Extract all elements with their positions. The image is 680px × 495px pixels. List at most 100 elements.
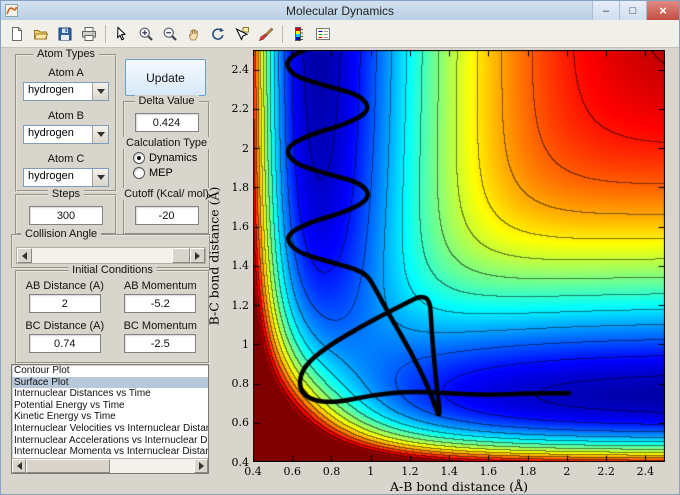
contour-plot-canvas[interactable] <box>253 50 665 462</box>
list-item[interactable]: Internuclear Velocities vs Internuclear … <box>12 423 208 435</box>
brush-data-button[interactable] <box>254 22 278 46</box>
rotate-3d-icon <box>210 26 226 42</box>
zoom-in-button[interactable] <box>134 22 158 46</box>
toolbar-separator <box>105 25 106 43</box>
atom-a-dropdown-button[interactable] <box>92 83 108 100</box>
arrow-left-icon <box>17 462 22 470</box>
window-controls: – □ × <box>592 1 679 20</box>
cutoff-panel: Cutoff (Kcal/ mol) <box>123 194 210 235</box>
x-axis-label: A-B bond distance (Å) <box>390 479 528 494</box>
y-tick-label: 1.6 <box>223 220 249 233</box>
zoom-in-icon <box>138 26 154 42</box>
insert-colorbar-icon <box>291 26 307 42</box>
delta-value-title: Delta Value <box>134 95 198 107</box>
close-button[interactable]: × <box>646 1 679 20</box>
minimize-button[interactable]: – <box>592 1 619 20</box>
listbox-horizontal-scrollbar[interactable] <box>12 458 208 473</box>
maximize-button[interactable]: □ <box>619 1 646 20</box>
chevron-down-icon <box>97 89 105 94</box>
new-figure-button[interactable] <box>5 22 29 46</box>
ab-momentum-input[interactable] <box>124 294 196 313</box>
x-tick-label: 0.8 <box>323 465 341 478</box>
atom-b-select[interactable]: hydrogen <box>23 125 109 144</box>
scrollbar-right-arrow-button[interactable] <box>194 459 208 473</box>
atom-b-dropdown-button[interactable] <box>92 126 108 143</box>
ab-momentum-label: AB Momentum <box>124 280 197 292</box>
radio-dynamics-indicator <box>133 152 145 164</box>
x-tick-label: 0.6 <box>283 465 301 478</box>
arrow-right-icon <box>199 462 204 470</box>
list-item[interactable]: Kinetic Energy vs Time <box>12 411 208 423</box>
atom-b-label: Atom B <box>48 110 84 122</box>
y-tick-label: 2.4 <box>223 63 249 76</box>
list-item[interactable]: Internuclear Accelerations vs Internucle… <box>12 435 208 447</box>
bc-distance-label: BC Distance (A) <box>25 320 104 332</box>
y-tick-label: 1.2 <box>223 299 249 312</box>
open-file-icon <box>33 26 49 42</box>
pan-button[interactable] <box>182 22 206 46</box>
slider-right-arrow-button[interactable] <box>190 248 205 263</box>
y-tick-label: 2 <box>223 142 249 155</box>
x-tick-label: 2.2 <box>597 465 615 478</box>
slider-thumb[interactable] <box>172 248 190 263</box>
y-tick-label: 2.2 <box>223 102 249 115</box>
initial-conditions-title: Initial Conditions <box>68 264 157 276</box>
y-tick-label: 0.4 <box>223 456 249 469</box>
atom-a-label: Atom A <box>48 67 83 79</box>
edit-plot-button[interactable] <box>110 22 134 46</box>
ab-distance-input[interactable] <box>29 294 101 313</box>
steps-input[interactable] <box>29 206 103 225</box>
radio-dynamics[interactable]: Dynamics <box>133 152 208 164</box>
calculation-type-panel: Calculation Type Dynamics MEP <box>123 143 210 194</box>
collision-angle-title: Collision Angle <box>21 228 101 240</box>
y-tick-label: 0.8 <box>223 377 249 390</box>
data-cursor-button[interactable] <box>230 22 254 46</box>
list-item[interactable]: Contour Plot <box>12 365 208 377</box>
atom-types-panel: Atom Types Atom A hydrogen Atom B hydrog… <box>15 54 117 192</box>
radio-mep[interactable]: MEP <box>133 167 208 179</box>
y-tick-label: 1.8 <box>223 181 249 194</box>
x-tick-label: 1.6 <box>480 465 498 478</box>
atom-a-select[interactable]: hydrogen <box>23 82 109 101</box>
chevron-down-icon <box>97 132 105 137</box>
open-file-button[interactable] <box>29 22 53 46</box>
save-figure-icon <box>57 26 73 42</box>
zoom-out-button[interactable] <box>158 22 182 46</box>
list-item[interactable]: Internuclear Distances vs Time <box>12 388 208 400</box>
radio-dynamics-label: Dynamics <box>149 152 197 164</box>
insert-colorbar-button[interactable] <box>287 22 311 46</box>
edit-plot-icon <box>114 26 130 42</box>
cutoff-title: Cutoff (Kcal/ mol) <box>120 188 213 200</box>
insert-legend-button[interactable] <box>311 22 335 46</box>
save-figure-button[interactable] <box>53 22 77 46</box>
figure-area: Atom Types Atom A hydrogen Atom B hydrog… <box>1 48 679 494</box>
update-button[interactable]: Update <box>125 59 206 96</box>
titlebar: Molecular Dynamics – □ × <box>1 1 679 20</box>
list-item[interactable]: Surface Plot <box>12 377 208 389</box>
y-tick-label: 1.4 <box>223 259 249 272</box>
slider-left-arrow-button[interactable] <box>17 248 32 263</box>
x-tick-label: 2 <box>563 465 570 478</box>
list-item[interactable]: Internuclear Momenta vs Internuclear Dis… <box>12 446 208 458</box>
print-figure-button[interactable] <box>77 22 101 46</box>
bc-momentum-input[interactable] <box>124 334 196 353</box>
chevron-down-icon <box>97 175 105 180</box>
atom-c-dropdown-button[interactable] <box>92 169 108 186</box>
rotate-3d-button[interactable] <box>206 22 230 46</box>
list-item[interactable]: Potential Energy vs Time <box>12 400 208 412</box>
figure-toolbar <box>1 20 679 48</box>
app-window: Molecular Dynamics – □ × Atom Types Atom… <box>0 0 680 495</box>
collision-angle-slider[interactable] <box>16 247 206 264</box>
atom-c-select[interactable]: hydrogen <box>23 168 109 187</box>
scrollbar-thumb[interactable] <box>26 459 110 473</box>
initial-conditions-panel: Initial Conditions AB Distance (A) AB Mo… <box>15 270 210 364</box>
cutoff-input[interactable] <box>135 206 199 225</box>
print-figure-icon <box>81 26 97 42</box>
plot-type-listbox[interactable]: Contour PlotSurface PlotInternuclear Dis… <box>11 364 209 474</box>
arrow-left-icon <box>22 252 27 260</box>
bc-distance-input[interactable] <box>29 334 101 353</box>
scrollbar-left-arrow-button[interactable] <box>12 459 26 473</box>
new-figure-icon <box>9 26 25 42</box>
x-tick-label: 2.4 <box>637 465 655 478</box>
delta-value-input[interactable] <box>135 113 199 132</box>
